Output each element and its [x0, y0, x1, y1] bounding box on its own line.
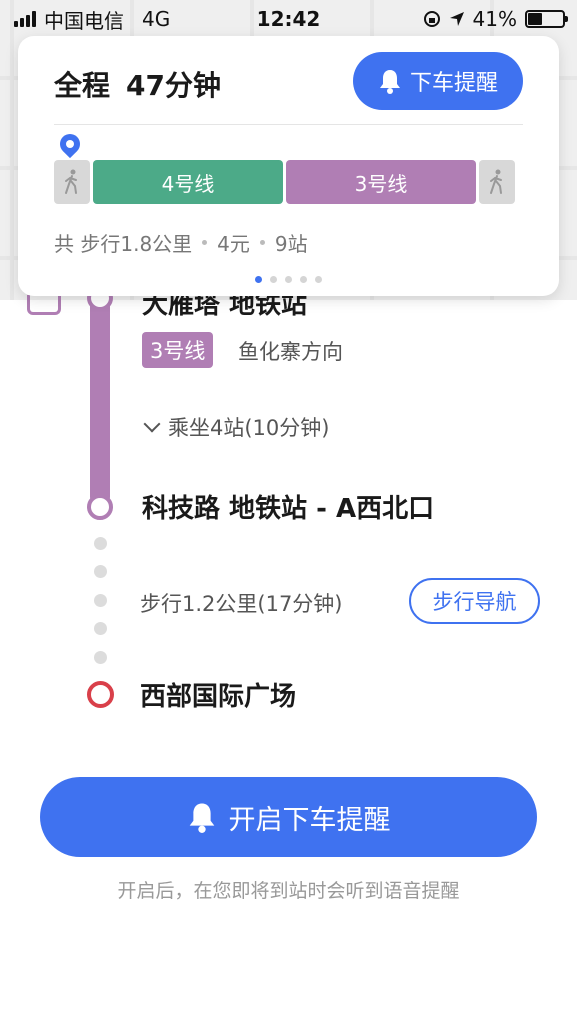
total-time-title: 全程 47分钟 [54, 64, 221, 104]
alight-station-node [87, 494, 113, 520]
metro-route-line [90, 285, 110, 507]
separator-dot [259, 240, 265, 245]
alight-station-name[interactable]: 科技路 地铁站 - A西北口 [142, 488, 434, 525]
page-dot[interactable] [270, 276, 277, 283]
status-time: 12:42 [256, 7, 321, 31]
total-time: 47分钟 [126, 69, 221, 102]
walk-path-dot [94, 565, 107, 578]
route-summary-card[interactable]: 全程 47分钟 下车提醒 4号线 3号线 共 步行1.8公里 4元 9站 [18, 36, 559, 296]
walk-path-dot [94, 537, 107, 550]
fare: 4元 [217, 232, 250, 256]
alight-reminder-label: 下车提醒 [409, 71, 498, 96]
ride-info-toggle[interactable]: 乘坐4站(10分钟) [142, 412, 329, 442]
status-left: 中国电信 4G [14, 5, 170, 34]
chevron-down-icon [143, 415, 161, 433]
cta-hint: 开启后，在您即将到站时会听到语音提醒 [117, 880, 460, 902]
battery-level [528, 13, 542, 25]
line-segment-3: 3号线 [286, 160, 476, 204]
title-prefix: 全程 [54, 69, 111, 102]
stop-count: 9站 [274, 232, 308, 256]
walk-path-dot [94, 622, 107, 635]
signal-icon [14, 11, 36, 27]
battery-icon [525, 10, 568, 28]
bell-icon [379, 70, 400, 94]
page-dot[interactable] [315, 276, 322, 283]
status-right: 41% [423, 7, 568, 31]
walk-icon [490, 169, 502, 194]
route-segment-bar: 4号线 3号线 [54, 160, 523, 204]
page-dot[interactable] [300, 276, 307, 283]
line-direction: 鱼化寨方向 [238, 340, 343, 364]
card-divider [54, 124, 523, 125]
route-meta: 共 步行1.8公里 4元 9站 [54, 228, 308, 257]
walk-total: 共 步行1.8公里 [54, 232, 193, 256]
start-alight-reminder-button[interactable]: 开启下车提醒 [40, 777, 537, 857]
metro-icon [27, 295, 61, 315]
bell-icon [189, 803, 214, 833]
walk-icon [65, 169, 77, 194]
separator-dot [202, 240, 208, 245]
alight-reminder-button[interactable]: 下车提醒 [353, 52, 523, 110]
carrier-name: 中国电信 [44, 8, 124, 33]
walk-info: 步行1.2公里(17分钟) [140, 592, 343, 616]
line-tag: 3号线 [142, 332, 214, 368]
ride-info-text: 乘坐4站(10分钟) [168, 416, 330, 440]
battery-percent: 41% [472, 7, 517, 31]
walk-segment-start [54, 160, 90, 204]
page-dot[interactable] [285, 276, 292, 283]
page-dot[interactable] [255, 276, 262, 283]
walk-path-dot [94, 651, 107, 664]
line-segment-4: 4号线 [93, 160, 283, 204]
cta-label: 开启下车提醒 [228, 804, 391, 836]
destination-name[interactable]: 西部国际广场 [140, 676, 296, 713]
walk-navigation-button[interactable]: 步行导航 [409, 578, 540, 624]
location-arrow-icon [449, 12, 464, 26]
location-pin-icon [55, 129, 85, 159]
walk-path-dot [94, 594, 107, 607]
destination-node [87, 681, 114, 708]
status-bar: 中国电信 4G 12:42 41% [0, 0, 577, 38]
walk-segment-end [479, 160, 515, 204]
page-indicator[interactable] [18, 276, 559, 283]
network-type: 4G [142, 7, 171, 31]
orientation-lock-icon [423, 11, 440, 27]
